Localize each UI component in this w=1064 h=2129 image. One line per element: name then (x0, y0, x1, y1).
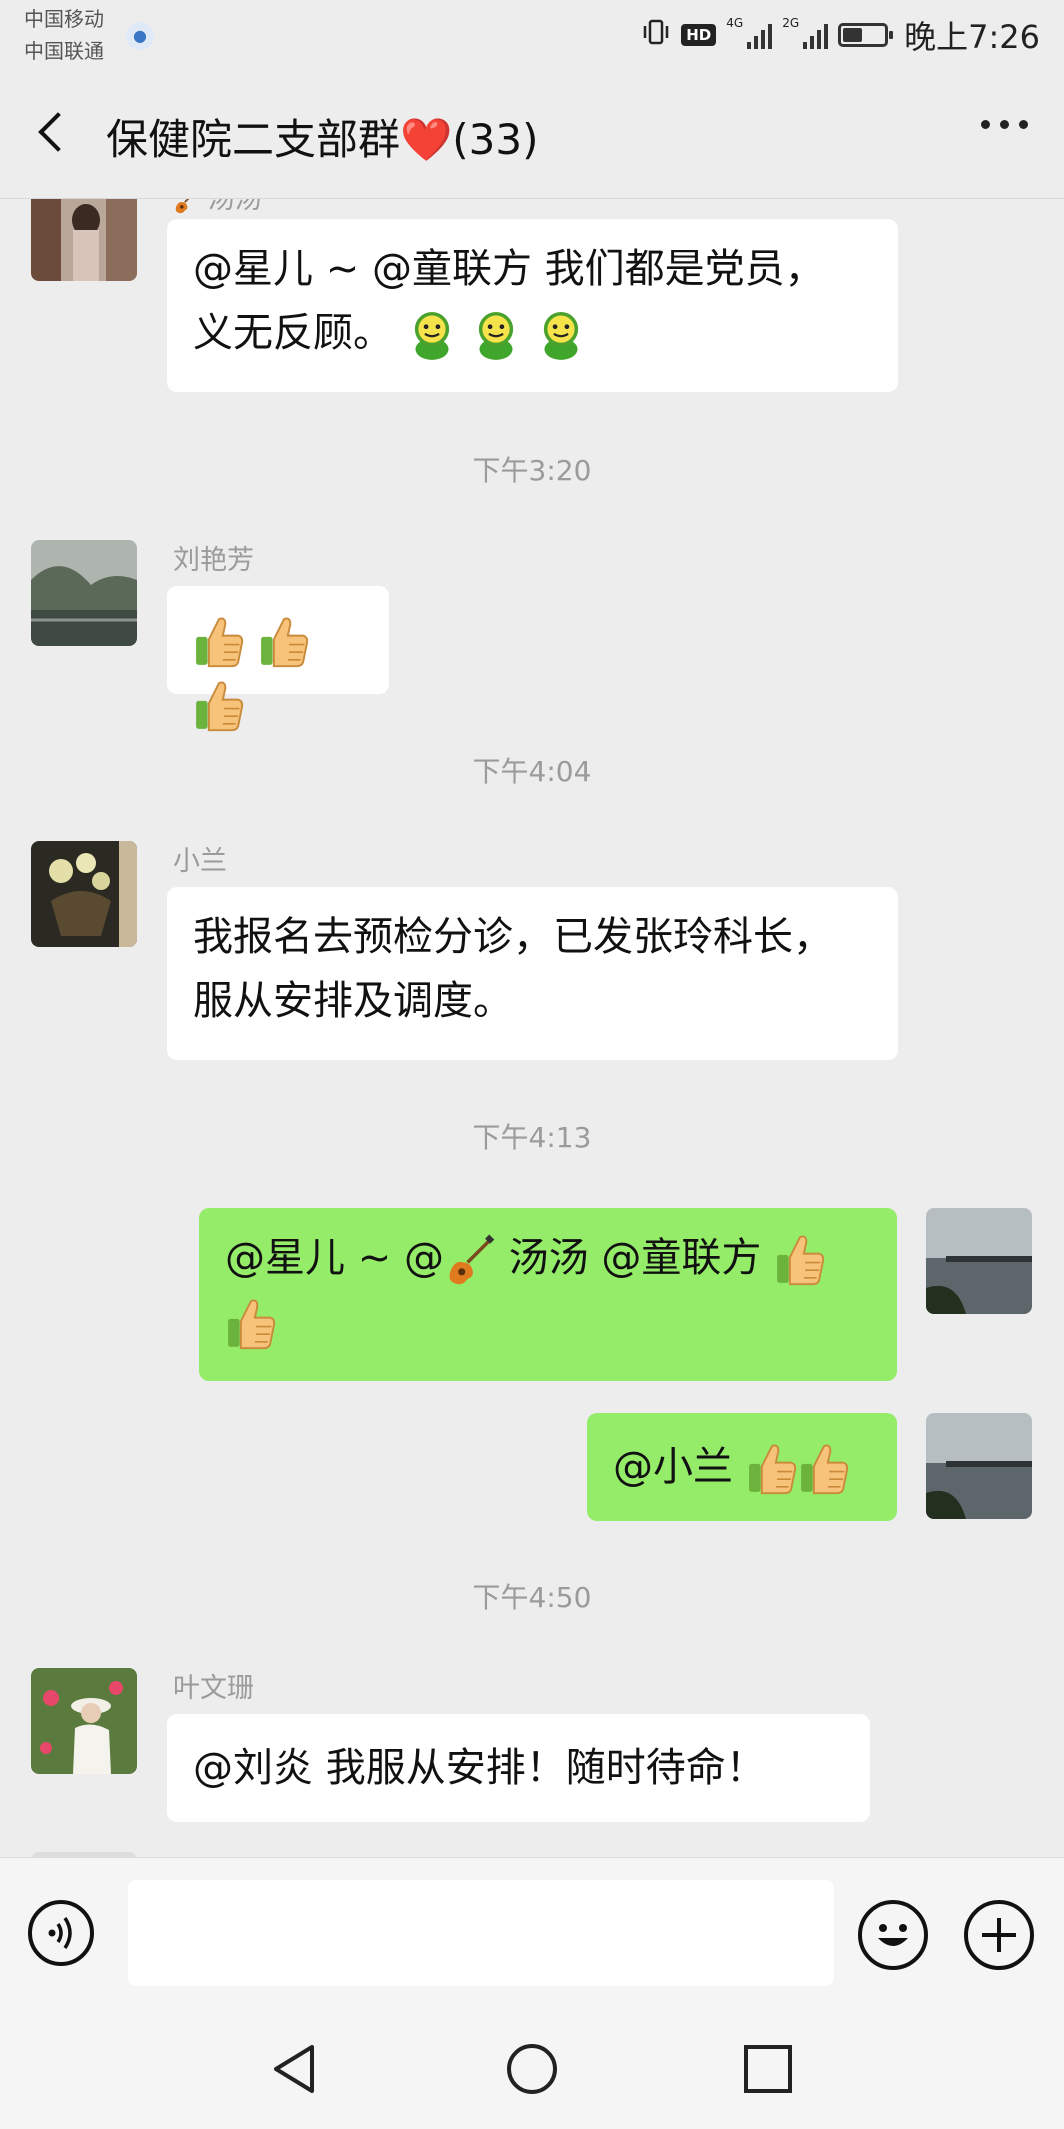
input-bar (0, 1857, 1064, 2004)
message-text: @刘炎 我服从安排！随时待命！ (193, 1745, 766, 1791)
avatar[interactable] (31, 540, 137, 646)
thumbs-up-emoji (193, 614, 245, 670)
message-text: @星儿 ~ @童联方 我们都是党员， (193, 246, 825, 292)
system-nav-bar (0, 2003, 1064, 2129)
message-text: 汤汤 @童联方 (495, 1235, 775, 1281)
message-bubble-mine[interactable]: @星儿 ~ @ 汤汤 @童联方 (199, 1208, 897, 1381)
smiley-emoji (470, 309, 522, 361)
avatar-self[interactable] (926, 1413, 1032, 1519)
battery-icon (838, 23, 894, 47)
message-list[interactable]: 汤汤 @星儿 ~ @童联方 我们都是党员， 义无反顾。 下午3:20 刘艳芳 下… (0, 199, 1064, 1857)
status-time: 晚上7:26 (904, 18, 1040, 56)
plus-icon[interactable] (964, 1900, 1034, 1970)
sender-name: 刘艳芳 (173, 545, 254, 576)
voice-icon[interactable] (28, 1900, 94, 1966)
guitar-emoji (444, 1234, 496, 1286)
thumbs-up-emoji (193, 678, 245, 734)
message-bubble[interactable]: @星儿 ~ @童联方 我们都是党员， 义无反顾。 (167, 219, 898, 392)
chat-header: 保健院二支部群❤️(33) (0, 70, 1064, 199)
avatar[interactable] (31, 1668, 137, 1774)
message-bubble[interactable]: 我报名去预检分诊，已发张玲科长， 服从安排及调度。 (167, 887, 898, 1060)
message-text: @星儿 ~ @ (225, 1235, 444, 1281)
nav-recents-icon[interactable] (740, 2041, 796, 2097)
vibrate-icon (641, 17, 671, 53)
message-text: 我报名去预检分诊，已发张玲科长， (193, 914, 833, 960)
thumbs-up-emoji (746, 1441, 798, 1497)
message-text: @小兰 (613, 1444, 746, 1490)
sender-name: 叶文珊 (173, 1673, 254, 1704)
nav-home-icon[interactable] (504, 2041, 560, 2097)
timestamp: 下午3:20 (472, 454, 592, 487)
message-input[interactable] (128, 1880, 834, 1986)
network-type-2: 2G (782, 16, 800, 30)
chat-title: 保健院二支部群❤️(33) (106, 115, 539, 164)
emoji-icon[interactable] (858, 1900, 928, 1970)
hd-badge: HD (681, 24, 717, 46)
message-bubble[interactable] (167, 586, 389, 694)
signal-bars-2-icon (803, 21, 829, 49)
sender-name: 小兰 (173, 846, 227, 877)
avatar-self[interactable] (926, 1208, 1032, 1314)
status-bar: 中国移动 中国联通 ● HD 4G 2G 晚上7:26 (0, 0, 1064, 70)
network-type-1: 4G (726, 16, 744, 30)
carrier-1: 中国移动 (24, 7, 104, 31)
message-bubble[interactable]: @刘炎 我服从安排！随时待命！ (167, 1714, 870, 1822)
thumbs-up-emoji (774, 1232, 826, 1288)
smiley-emoji (535, 309, 587, 361)
message-text: 义无反顾。 (193, 310, 393, 356)
smiley-emoji (406, 309, 458, 361)
thumbs-up-emoji (798, 1441, 850, 1497)
timestamp: 下午4:04 (472, 755, 592, 788)
message-text: 服从安排及调度。 (193, 978, 513, 1024)
avatar[interactable] (31, 199, 137, 281)
carrier-2: 中国联通 (24, 39, 104, 63)
sender-name: 汤汤 (173, 199, 262, 216)
timestamp: 下午4:13 (472, 1121, 592, 1154)
thumbs-up-emoji (225, 1296, 277, 1352)
avatar[interactable] (31, 841, 137, 947)
thumbs-up-emoji (258, 614, 310, 670)
message-bubble-mine[interactable]: @小兰 (587, 1413, 897, 1521)
back-icon[interactable] (30, 108, 80, 158)
signal-bars-1-icon (747, 21, 773, 49)
more-options-icon[interactable] (981, 120, 1028, 129)
nav-back-icon[interactable] (268, 2041, 324, 2097)
timestamp: 下午4:50 (472, 1581, 592, 1614)
baidu-paw-icon: ● (126, 22, 154, 50)
